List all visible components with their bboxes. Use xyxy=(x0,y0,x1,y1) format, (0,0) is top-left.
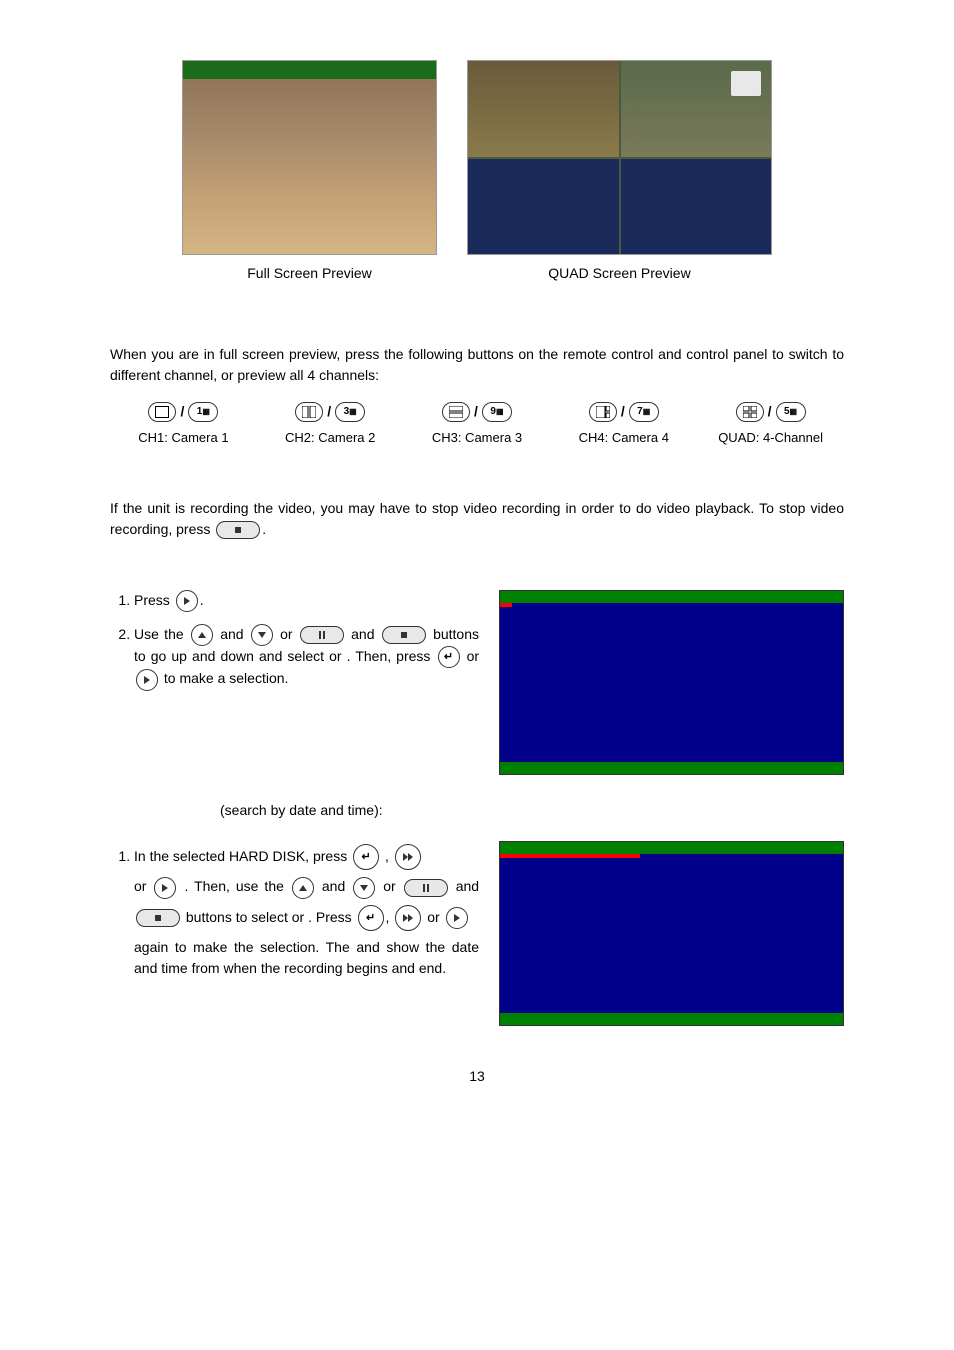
stop-button-icon[interactable] xyxy=(216,521,260,539)
enter-button-icon[interactable]: ↵ xyxy=(358,905,384,931)
search-menu-screenshot xyxy=(499,841,844,1026)
ch4-label: CH4: Camera 4 xyxy=(550,428,697,448)
step-1: Press . xyxy=(134,590,479,612)
quad-quad-icon[interactable] xyxy=(736,402,764,422)
down-button-icon[interactable] xyxy=(251,624,273,646)
channel-buttons-row: / 1▦ CH1: Camera 1 / 3▦ CH2: Camera 2 / … xyxy=(110,401,844,448)
ch4-quad-icon[interactable] xyxy=(589,402,617,422)
full-screen-preview-image xyxy=(182,60,437,255)
ch3-label: CH3: Camera 3 xyxy=(404,428,551,448)
playback-menu-screenshot xyxy=(499,590,844,775)
ch2-number-button[interactable]: 3▦ xyxy=(335,402,365,422)
ch1-quad-icon[interactable] xyxy=(148,402,176,422)
play-button-icon[interactable] xyxy=(136,669,158,691)
down-button-icon[interactable] xyxy=(353,877,375,899)
search-step-1: In the selected HARD DISK, press ↵ , or … xyxy=(134,841,479,979)
quad-screen-preview-image xyxy=(467,60,772,255)
preview-images-row: Full Screen Preview QUAD Screen Preview xyxy=(110,60,844,284)
play-button-icon[interactable] xyxy=(154,877,176,899)
search-by-date-heading: (search by date and time): xyxy=(110,800,844,821)
enter-button-icon[interactable]: ↵ xyxy=(438,646,460,668)
pause-button-icon[interactable] xyxy=(404,879,448,897)
full-screen-caption: Full Screen Preview xyxy=(182,263,437,284)
search-steps-list: In the selected HARD DISK, press ↵ , or … xyxy=(110,841,479,979)
channel-4: / 7▦ CH4: Camera 4 xyxy=(550,401,697,448)
paragraph-stop-recording: If the unit is recording the video, you … xyxy=(110,498,844,540)
ch3-quad-icon[interactable] xyxy=(442,402,470,422)
stop-button-icon[interactable] xyxy=(382,626,426,644)
slash-separator: / xyxy=(768,401,772,422)
ch4-number-button[interactable]: 7▦ xyxy=(629,402,659,422)
channel-3: / 9▦ CH3: Camera 3 xyxy=(404,401,551,448)
quad-number-button[interactable]: 5▦ xyxy=(776,402,806,422)
full-screen-preview-block: Full Screen Preview xyxy=(182,60,437,284)
fast-forward-button-icon[interactable] xyxy=(395,844,421,870)
ch1-label: CH1: Camera 1 xyxy=(110,428,257,448)
channel-1: / 1▦ CH1: Camera 1 xyxy=(110,401,257,448)
play-button-icon[interactable] xyxy=(176,590,198,612)
quad-screen-preview-block: QUAD Screen Preview xyxy=(467,60,772,284)
quad-screen-caption: QUAD Screen Preview xyxy=(467,263,772,284)
pause-button-icon[interactable] xyxy=(300,626,344,644)
playback-steps-list: Press . Use the and or and buttons to go… xyxy=(110,590,479,691)
up-button-icon[interactable] xyxy=(292,877,314,899)
page-number: 13 xyxy=(110,1066,844,1087)
up-button-icon[interactable] xyxy=(191,624,213,646)
ch2-label: CH2: Camera 2 xyxy=(257,428,404,448)
ch3-number-button[interactable]: 9▦ xyxy=(482,402,512,422)
step-2: Use the and or and buttons to go up and … xyxy=(134,624,479,691)
slash-separator: / xyxy=(180,401,184,422)
fast-forward-button-icon[interactable] xyxy=(395,905,421,931)
channel-2: / 3▦ CH2: Camera 2 xyxy=(257,401,404,448)
slash-separator: / xyxy=(621,401,625,422)
paragraph-channel-switch: When you are in full screen preview, pre… xyxy=(110,344,844,386)
ch1-number-button[interactable]: 1▦ xyxy=(188,402,218,422)
channel-quad: / 5▦ QUAD: 4-Channel xyxy=(697,401,844,448)
stop-button-icon[interactable] xyxy=(136,909,180,927)
slash-separator: / xyxy=(474,401,478,422)
quad-label: QUAD: 4-Channel xyxy=(697,428,844,448)
enter-button-icon[interactable]: ↵ xyxy=(353,844,379,870)
slash-separator: / xyxy=(327,401,331,422)
ch2-quad-icon[interactable] xyxy=(295,402,323,422)
play-button-icon[interactable] xyxy=(446,907,468,929)
